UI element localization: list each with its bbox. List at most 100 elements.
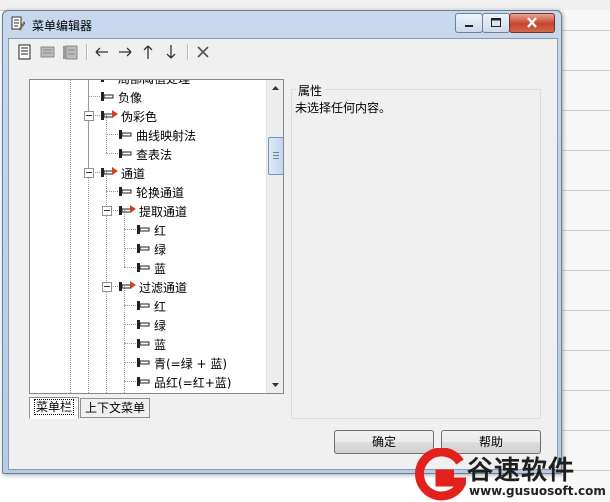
tree-menu-node[interactable]: 通道 [30,163,266,182]
tree-menu-node[interactable]: 过滤通道 [30,277,266,296]
menu-item-icon [137,263,150,272]
title-bar[interactable]: 菜单编辑器 [3,11,561,37]
menu-item-icon [137,339,150,348]
minimize-button[interactable] [455,13,483,33]
submenu-arrow-icon [130,205,136,213]
tree-node-label: 绿 [154,319,167,333]
watermark-url: www.gusuosoft.com [469,484,606,498]
toolbar-separator [187,44,189,60]
close-button[interactable] [509,13,555,33]
add-menu-button[interactable] [39,43,57,61]
tree-node-label: 查表法 [136,148,173,162]
editor-toolbar [9,39,557,65]
tree-node-label: 负像 [118,91,143,105]
tree-item-node[interactable]: 曲线映射法 [30,125,266,144]
properties-icon [18,44,31,60]
tree-item-node[interactable]: 查表法 [30,144,266,163]
tree-node-label: 绿 [154,243,167,257]
tree-node-label: 品红(=红+蓝) [154,376,232,390]
background-side-panel [560,10,610,502]
properties-group: 属性 未选择任何内容。 [291,82,541,419]
tree-node-label: 伪彩色 [121,110,158,124]
collapse-icon[interactable] [84,168,94,178]
menu-item-icon [137,225,150,234]
tree-item-node[interactable]: 青(=绿 + 蓝) [30,353,266,372]
watermark-logo: 谷速软件 www.gusuosoft.com [410,448,610,502]
properties-empty-text: 未选择任何内容。 [295,101,392,115]
delete-button[interactable] [194,43,212,61]
collapse-icon[interactable] [84,111,94,121]
arrow-up-icon [143,45,153,59]
menu-item-icon [101,80,104,82]
submenu-grey-icon [63,45,78,60]
collapse-icon[interactable] [102,282,112,292]
tree-scrollbar[interactable] [266,80,284,393]
collapse-icon[interactable] [102,206,112,216]
menu-item-icon [119,149,132,158]
tab-menubar[interactable]: 菜单栏 [29,397,80,419]
properties-button[interactable] [16,43,34,61]
properties-title: 属性 [296,82,325,99]
tree-item-node[interactable]: 绿 [30,315,266,334]
arrow-right-icon [119,47,132,57]
move-right-button[interactable] [116,43,134,61]
tree-menu-node[interactable]: 提取通道 [30,201,266,220]
submenu-arrow-icon [112,110,118,118]
scroll-thumb[interactable] [268,137,283,175]
window-title: 菜单编辑器 [32,19,93,33]
watermark-brand: 谷速软件 [467,456,576,486]
tree-item-node[interactable]: 蓝 [30,258,266,277]
menu-item-icon [119,130,132,139]
submenu-arrow-icon [130,281,136,289]
tree-item-node[interactable]: 轮换通道 [30,182,266,201]
minimize-icon [465,25,473,27]
tree-node-label: 轮换通道 [136,186,185,200]
tree-node-label: 青(=绿 + 蓝) [154,357,228,371]
menu-item-icon [137,377,150,386]
arrow-left-icon [95,47,108,57]
tree-node-label: 通道 [121,167,146,181]
tree-node-label: 提取通道 [139,205,188,219]
menu-item-icon [137,320,150,329]
toolbar-separator [86,44,88,60]
submenu-arrow-icon [112,167,118,175]
arrow-down-icon [166,45,176,59]
move-down-button[interactable] [162,43,180,61]
menu-item-icon [137,358,150,367]
menu-tree[interactable]: 局部阈值处理负像伪彩色曲线映射法查表法通道轮换通道提取通道红绿蓝过滤通道红绿蓝青… [29,79,284,394]
add-submenu-button[interactable] [61,43,79,61]
menu-item-icon [137,244,150,253]
move-up-button[interactable] [139,43,157,61]
tree-node-label: 过滤通道 [139,281,188,295]
tree-node-label: 曲线映射法 [136,129,197,143]
tree-node-label: 红 [154,300,167,314]
tab-context-menu[interactable]: 上下文菜单 [80,398,151,418]
move-left-button[interactable] [93,43,111,61]
menu-item-icon [119,187,132,196]
menu-item-icon [101,92,114,101]
tree-item-node[interactable]: 红 [30,220,266,239]
tree-node-label: 红 [154,224,167,238]
scroll-up-icon[interactable] [267,80,284,97]
tree-item-node[interactable]: 红 [30,296,266,315]
tree-node-label: 局部阈值处理 [118,80,190,87]
tree-item-node[interactable]: 负像 [30,87,266,106]
tree-item-node[interactable]: 绿 [30,239,266,258]
delete-icon [197,46,209,58]
tree-item-node[interactable]: 局部阈值处理 [30,80,266,87]
tree-item-node[interactable]: 品红(=红+蓝) [30,372,266,391]
brand-logo-icon [415,448,466,501]
dialog-client-area: 局部阈值处理负像伪彩色曲线映射法查表法通道轮换通道提取通道红绿蓝过滤通道红绿蓝青… [8,38,558,470]
tree-menu-node[interactable]: 伪彩色 [30,106,266,125]
menu-grey-icon [40,46,55,58]
close-icon [527,17,537,28]
menu-item-icon [137,301,150,310]
menu-tree-items: 局部阈值处理负像伪彩色曲线映射法查表法通道轮换通道提取通道红绿蓝过滤通道红绿蓝青… [30,80,266,393]
maximize-button[interactable] [482,13,510,33]
tree-node-label: 蓝 [154,338,167,352]
tree-item-node[interactable]: 蓝 [30,334,266,353]
tree-node-label: 蓝 [154,262,167,276]
menu-editor-icon [11,16,25,31]
scroll-down-icon[interactable] [267,376,284,393]
menu-editor-dialog: 菜单编辑器 负像 伪彩色 曲线映射法 查表法 通道 轮换通道 提取通道 红 绿 … [2,10,562,474]
